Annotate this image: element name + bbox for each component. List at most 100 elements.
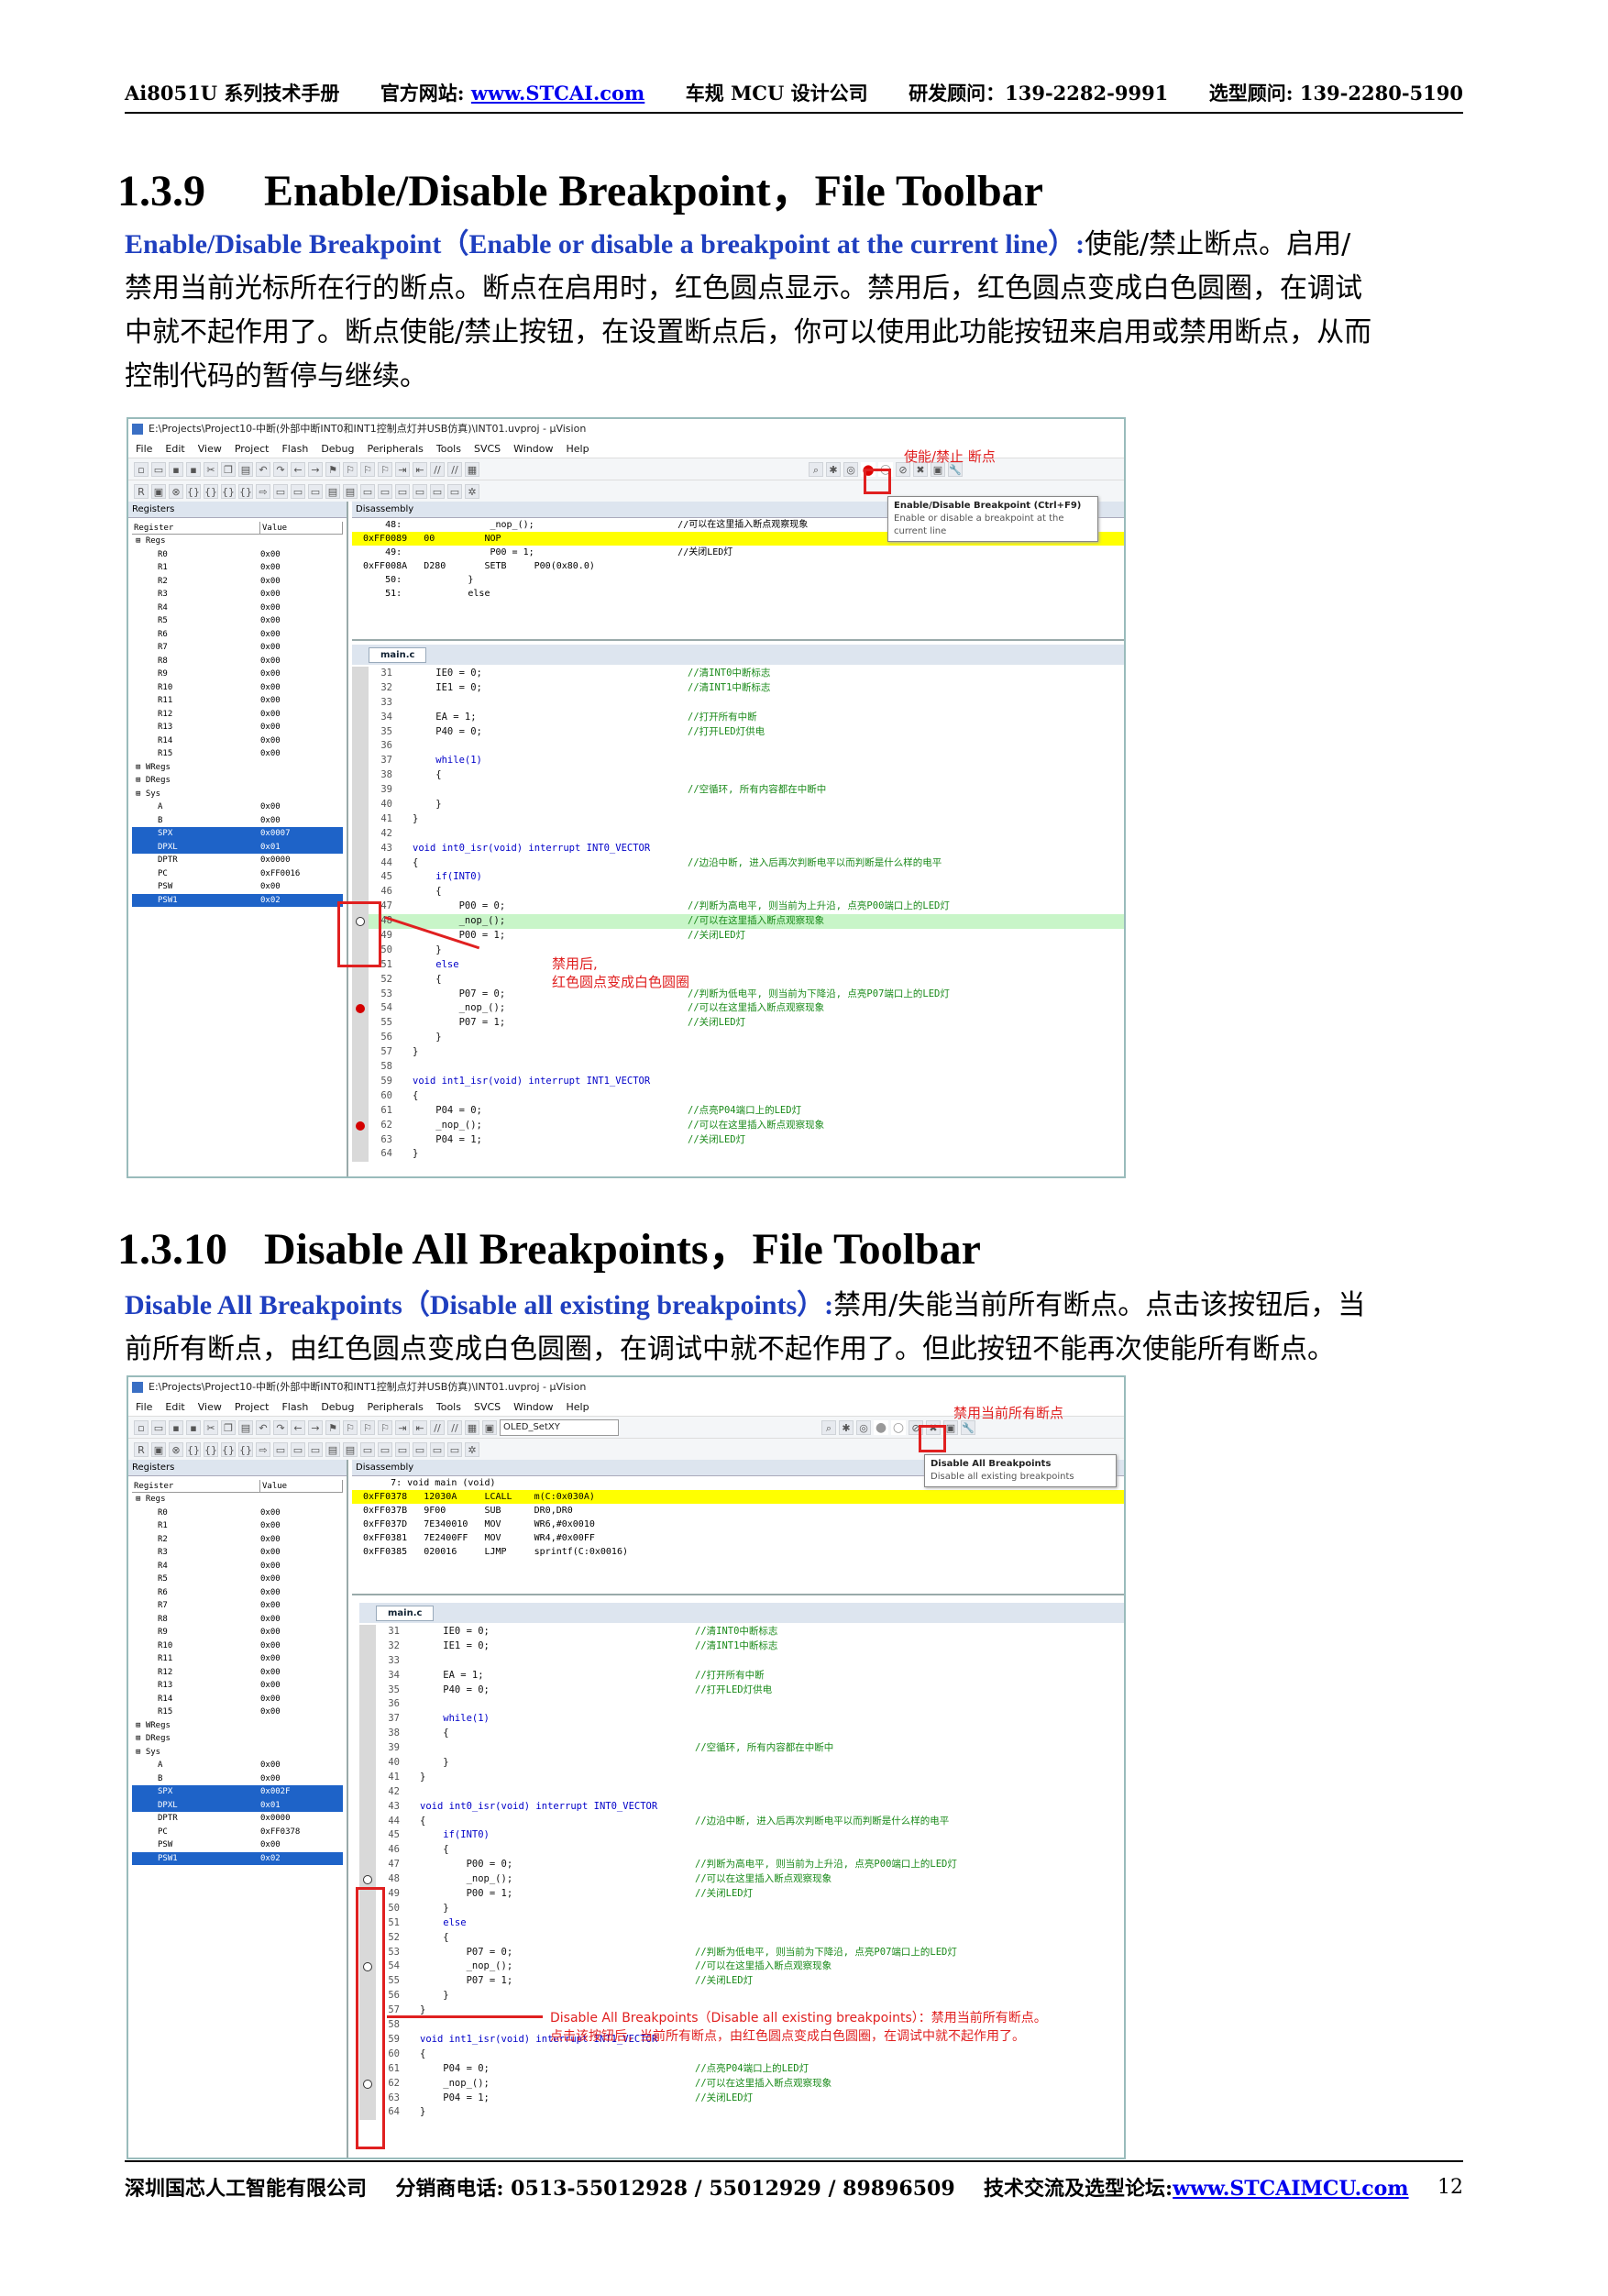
register-row[interactable]: R14 0x00 [132, 1693, 343, 1706]
paste-icon[interactable]: ▤ [238, 1419, 253, 1435]
register-row[interactable]: R10 0x00 [132, 681, 343, 695]
breakpoint-gutter[interactable] [352, 870, 369, 886]
register-row[interactable]: R2 0x00 [132, 575, 343, 589]
code-line[interactable]: 43 void int0_isr(void) interrupt INT0_VEC… [352, 841, 1124, 856]
menu-tools[interactable]: Tools [436, 443, 461, 455]
menu-help[interactable]: Help [567, 1401, 589, 1413]
incremental-find-icon[interactable]: ✱ [826, 461, 841, 477]
breakpoint-gutter[interactable] [352, 667, 369, 681]
code-line[interactable]: 45 if(INT0) [352, 870, 1124, 886]
menu-peripherals[interactable]: Peripherals [368, 1401, 424, 1413]
enable-disable-breakpoint-icon[interactable]: ○ [891, 1419, 906, 1435]
menu-project[interactable]: Project [235, 443, 270, 455]
code-line[interactable]: 33 [359, 1653, 1124, 1669]
bookmark-clear-icon[interactable]: ⚐ [378, 461, 392, 477]
breakpoint-gutter[interactable] [359, 1712, 376, 1728]
copy-icon[interactable]: ❐ [221, 461, 236, 477]
register-row[interactable]: R1 0x00 [132, 561, 343, 575]
register-row[interactable]: R2 0x00 [132, 1533, 343, 1547]
trace-window-icon[interactable]: ▭ [430, 1441, 445, 1457]
register-row[interactable]: R5 0x00 [132, 614, 343, 628]
toolbox-icon[interactable]: ✲ [465, 1441, 479, 1457]
menu-edit[interactable]: Edit [165, 443, 184, 455]
menu-window[interactable]: Window [513, 443, 553, 455]
watch-window-icon[interactable]: ▭ [360, 1441, 375, 1457]
back-icon[interactable]: ← [291, 461, 305, 477]
register-row[interactable]: SPX 0x002F [132, 1785, 343, 1799]
bookmark-next-icon[interactable]: ⚐ [360, 1419, 375, 1435]
cut-icon[interactable]: ✂ [204, 1419, 218, 1435]
comment-icon[interactable]: // [430, 461, 445, 477]
register-row[interactable]: PSW1 0x02 [132, 1851, 343, 1865]
breakpoint-gutter[interactable] [352, 987, 369, 1002]
bookmark-clear-icon[interactable]: ⚐ [378, 1419, 392, 1435]
menu-file[interactable]: File [136, 443, 152, 455]
register-row[interactable]: R11 0x00 [132, 1652, 343, 1666]
menu-debug[interactable]: Debug [321, 1401, 354, 1413]
code-line[interactable]: 37 while(1) [352, 754, 1124, 769]
save-all-icon[interactable]: ▪ [186, 461, 201, 477]
breakpoint-gutter[interactable] [359, 1639, 376, 1654]
find-in-files-icon[interactable]: ▦ [465, 461, 479, 477]
code-line[interactable]: 31 IE0 = 0; //清INT0中断标志 [359, 1625, 1124, 1639]
register-row[interactable]: R4 0x00 [132, 1560, 343, 1573]
breakpoint-gutter[interactable] [359, 1784, 376, 1800]
register-row[interactable]: B 0x00 [132, 814, 343, 828]
code-line[interactable]: 56 } [352, 1031, 1124, 1046]
code-line[interactable]: 62 _nop_(); //可以在这里插入断点观察现象 [352, 1118, 1124, 1133]
registers-window-icon[interactable]: ▤ [325, 1441, 340, 1457]
breakpoint-gutter[interactable] [359, 1697, 376, 1713]
register-row[interactable]: R15 0x00 [132, 747, 343, 761]
register-row[interactable]: SPX 0x0007 [132, 827, 343, 841]
code-line[interactable]: 34 EA = 1; //打开所有中断 [359, 1668, 1124, 1683]
register-row[interactable]: ⊞ Sys [132, 1746, 343, 1760]
menu-file[interactable]: File [136, 1401, 152, 1413]
symbols-window-icon[interactable]: ▭ [308, 1441, 323, 1457]
menu-debug[interactable]: Debug [321, 443, 354, 455]
register-row[interactable]: R13 0x00 [132, 721, 343, 734]
code-line[interactable]: 40 } [359, 1756, 1124, 1771]
show-next-statement-icon[interactable]: ⇨ [256, 483, 270, 499]
open-icon[interactable]: ▭ [151, 461, 166, 477]
code-line[interactable]: 53 P07 = 0; //判断为低电平, 则当前为下降沿, 点亮P07端口上的L… [352, 987, 1124, 1002]
reset-icon[interactable]: R [134, 1441, 149, 1457]
menu-view[interactable]: View [198, 1401, 222, 1413]
code-line[interactable]: 50 } [359, 1901, 1124, 1916]
code-line[interactable]: 63 P04 = 1; //关闭LED灯 [352, 1132, 1124, 1148]
register-row[interactable]: ⊞ Sys [132, 788, 343, 801]
register-row[interactable]: PC 0xFF0016 [132, 867, 343, 881]
register-row[interactable]: R5 0x00 [132, 1573, 343, 1586]
code-line[interactable]: 47 P00 = 0; //判断为高电平, 则当前为上升沿, 点亮P00端口上的L… [359, 1858, 1124, 1873]
register-row[interactable]: R8 0x00 [132, 655, 343, 668]
breakpoint-gutter[interactable] [352, 680, 369, 696]
code-line[interactable]: 61 P04 = 0; //点亮P04端口上的LED灯 [352, 1103, 1124, 1119]
code-line[interactable]: 38 { [352, 768, 1124, 784]
code-line[interactable]: 36 [359, 1697, 1124, 1713]
disassembly-window-icon[interactable]: ▭ [291, 1441, 305, 1457]
breakpoint-gutter[interactable] [352, 811, 369, 827]
serial-window-icon[interactable]: ▭ [395, 483, 410, 499]
code-line[interactable]: 32 IE1 = 0; //清INT1中断标志 [359, 1639, 1124, 1654]
breakpoint-gutter[interactable] [352, 724, 369, 740]
code-line[interactable]: 46 { [352, 885, 1124, 900]
incremental-find-icon[interactable]: ✱ [839, 1419, 854, 1435]
breakpoint-gutter[interactable] [352, 710, 369, 725]
trace-window-icon[interactable]: ▭ [430, 483, 445, 499]
cut-icon[interactable]: ✂ [204, 461, 218, 477]
command-window-icon[interactable]: ▭ [273, 483, 288, 499]
code-line[interactable]: 35 P40 = 0; //打开LED灯供电 [352, 724, 1124, 740]
code-line[interactable]: 51 else [359, 1915, 1124, 1931]
find-icon[interactable]: ⌕ [821, 1419, 836, 1435]
unindent-icon[interactable]: ⇤ [413, 461, 427, 477]
comment-icon[interactable]: // [430, 1419, 445, 1435]
breakpoint-gutter[interactable] [352, 885, 369, 900]
code-line[interactable]: 32 IE1 = 0; //清INT1中断标志 [352, 680, 1124, 696]
code-line[interactable]: 55 P07 = 1;//关闭LED灯 [359, 1974, 1124, 1990]
register-row[interactable]: ⊞ DRegs [132, 774, 343, 788]
register-row[interactable]: R12 0x00 [132, 1666, 343, 1680]
code-line[interactable]: 45 if(INT0) [359, 1828, 1124, 1844]
register-row[interactable]: R3 0x00 [132, 1546, 343, 1560]
step-out-icon[interactable]: {} [221, 483, 236, 499]
breakpoint-gutter[interactable] [359, 1799, 376, 1815]
bookmark-prev-icon[interactable]: ⚐ [343, 461, 358, 477]
